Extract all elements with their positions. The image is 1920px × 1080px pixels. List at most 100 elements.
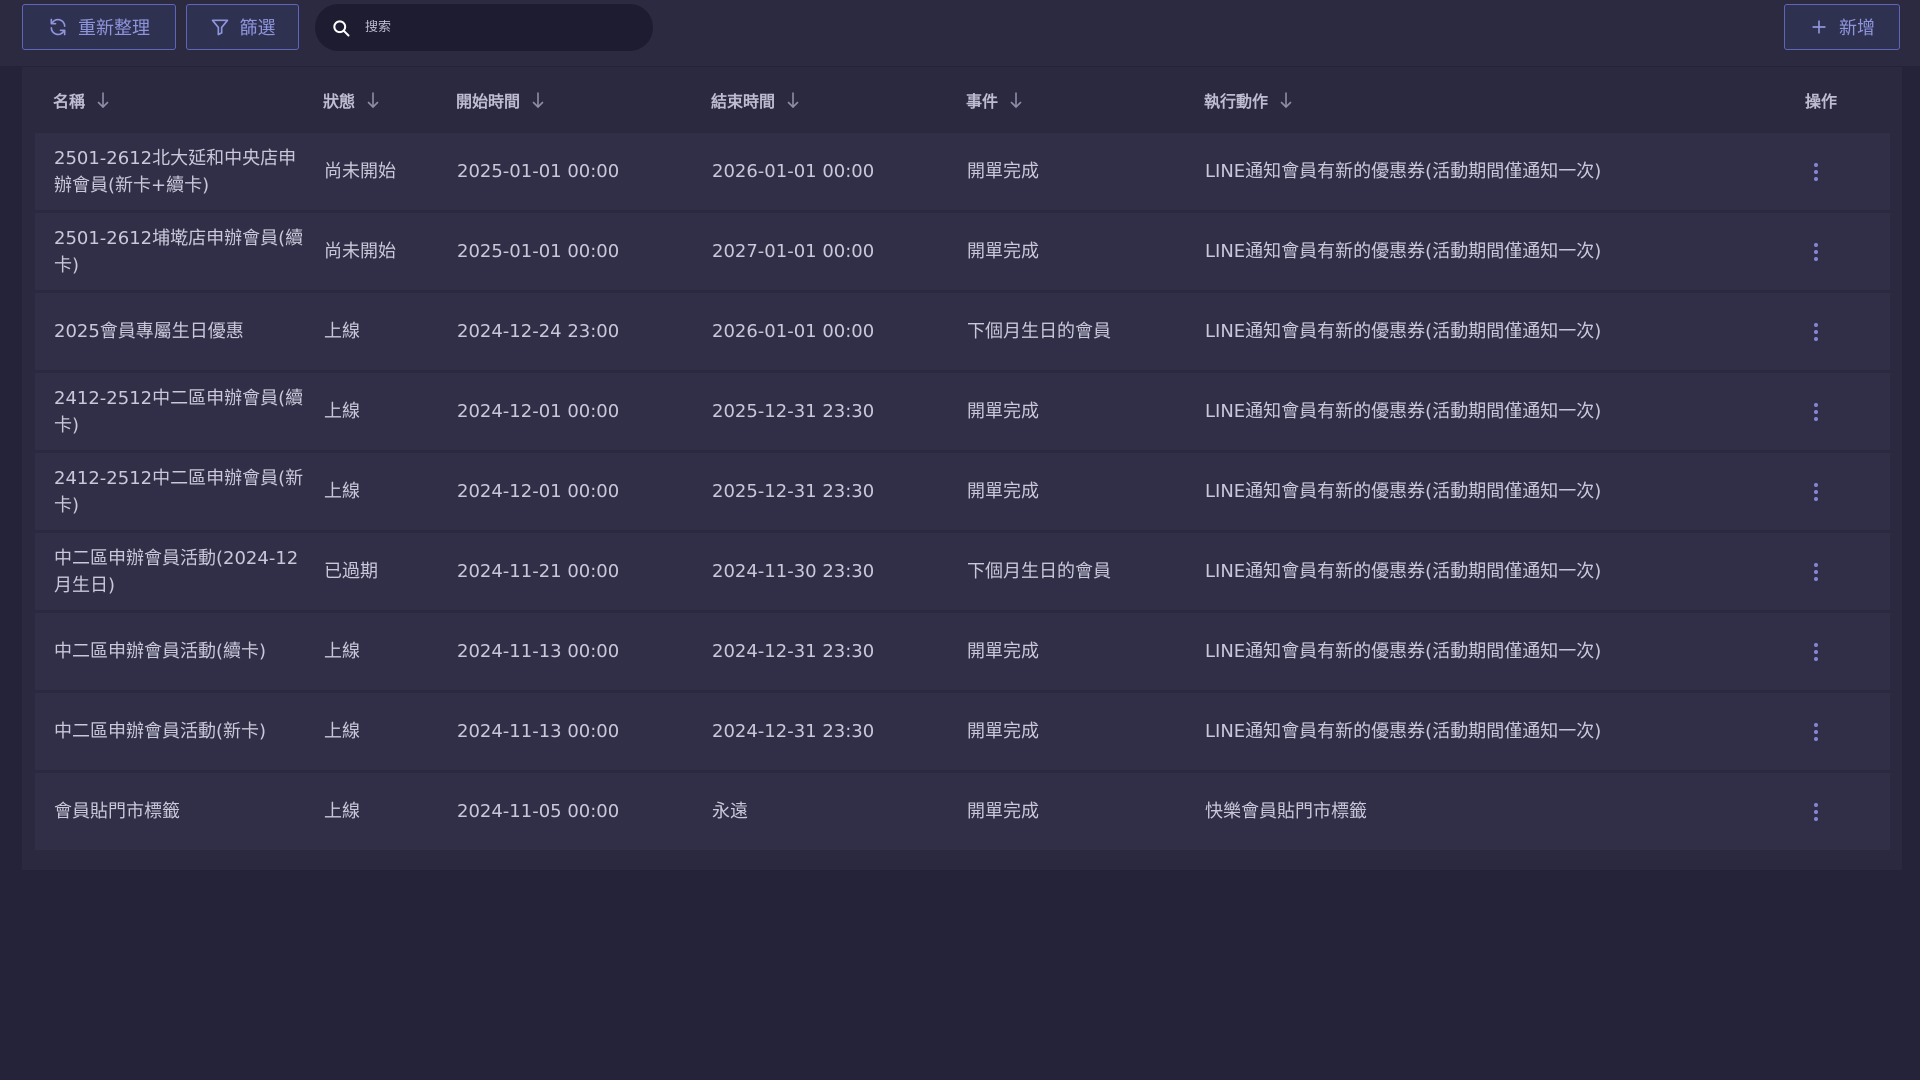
add-button-label: 新增 xyxy=(1839,18,1875,38)
table-row[interactable]: 中二區申辦會員活動(2024-12月生日) 已過期 2024-11-21 00:… xyxy=(35,533,1890,610)
column-header-operations: 操作 xyxy=(1805,67,1837,133)
column-header-label: 執行動作 xyxy=(1204,92,1269,111)
cell-end-time: 2026-01-01 00:00 xyxy=(712,161,875,182)
search-input[interactable] xyxy=(365,20,625,35)
column-header-action[interactable]: 執行動作 xyxy=(1204,67,1292,133)
cell-event: 開單完成 xyxy=(967,161,1039,182)
column-header-label: 操作 xyxy=(1805,92,1838,111)
table-row[interactable]: 2501-2612北大延和中央店申辦會員(新卡+續卡) 尚未開始 2025-01… xyxy=(35,133,1890,210)
cell-name: 2412-2512中二區申辦會員(續卡) xyxy=(54,387,304,436)
more-vertical-icon xyxy=(1814,402,1818,421)
toolbar: 重新整理 篩選 新增 xyxy=(0,0,1920,66)
cell-name: 會員貼門市標籤 xyxy=(54,801,180,822)
column-header-end-time[interactable]: 結束時間 xyxy=(711,67,799,133)
more-vertical-icon xyxy=(1814,722,1818,741)
column-header-label: 開始時間 xyxy=(456,92,521,111)
refresh-button-label: 重新整理 xyxy=(78,18,150,38)
column-header-event[interactable]: 事件 xyxy=(966,67,1022,133)
cell-start-time: 2025-01-01 00:00 xyxy=(457,161,620,182)
plus-icon xyxy=(1812,20,1826,34)
more-vertical-icon xyxy=(1814,322,1818,341)
table-panel: 名稱 狀態 開始時間 結束時間 事件 執行動作 操作 2501-2612北大延和… xyxy=(22,67,1902,870)
more-vertical-icon xyxy=(1814,802,1818,821)
cell-end-time: 2026-01-01 00:00 xyxy=(712,321,875,342)
cell-status: 上線 xyxy=(324,641,360,662)
filter-button[interactable]: 篩選 xyxy=(186,4,299,50)
add-button[interactable]: 新增 xyxy=(1784,4,1900,50)
cell-start-time: 2024-11-21 00:00 xyxy=(457,561,620,582)
cell-status: 上線 xyxy=(324,401,360,422)
table-row[interactable]: 2412-2512中二區申辦會員(續卡) 上線 2024-12-01 00:00… xyxy=(35,373,1890,450)
filter-button-label: 篩選 xyxy=(239,18,276,38)
cell-start-time: 2024-11-13 00:00 xyxy=(457,641,620,662)
cell-name: 中二區申辦會員活動(續卡) xyxy=(54,641,267,662)
sort-arrow-icon xyxy=(1280,92,1292,108)
cell-action: LINE通知會員有新的優惠券(活動期間僅通知一次) xyxy=(1205,641,1602,662)
refresh-icon xyxy=(50,18,66,36)
cell-event: 開單完成 xyxy=(967,241,1039,262)
cell-end-time: 2027-01-01 00:00 xyxy=(712,241,875,262)
cell-action: LINE通知會員有新的優惠券(活動期間僅通知一次) xyxy=(1205,481,1602,502)
table-row[interactable]: 中二區申辦會員活動(新卡) 上線 2024-11-13 00:00 2024-1… xyxy=(35,693,1890,770)
cell-event: 開單完成 xyxy=(967,721,1039,742)
column-header-name[interactable]: 名稱 xyxy=(53,67,109,133)
row-menu-button[interactable] xyxy=(1801,373,1831,450)
cell-action: LINE通知會員有新的優惠券(活動期間僅通知一次) xyxy=(1205,241,1602,262)
row-menu-button[interactable] xyxy=(1801,293,1831,370)
cell-name: 2501-2612北大延和中央店申辦會員(新卡+續卡) xyxy=(54,147,297,196)
cell-action: LINE通知會員有新的優惠券(活動期間僅通知一次) xyxy=(1205,561,1602,582)
table-row[interactable]: 會員貼門市標籤 上線 2024-11-05 00:00 永遠 開單完成 快樂會員… xyxy=(35,773,1890,850)
sort-arrow-icon xyxy=(532,92,544,108)
cell-status: 上線 xyxy=(324,321,360,342)
cell-status: 尚未開始 xyxy=(324,161,396,182)
row-menu-button[interactable] xyxy=(1801,693,1831,770)
column-header-label: 名稱 xyxy=(53,92,86,111)
cell-end-time: 2025-12-31 23:30 xyxy=(712,481,875,502)
row-menu-button[interactable] xyxy=(1801,453,1831,530)
filter-icon xyxy=(211,19,228,36)
search-box xyxy=(315,4,653,51)
cell-status: 已過期 xyxy=(324,561,378,582)
table-row[interactable]: 2501-2612埔墘店申辦會員(續卡) 尚未開始 2025-01-01 00:… xyxy=(35,213,1890,290)
column-header-label: 狀態 xyxy=(323,92,356,111)
more-vertical-icon xyxy=(1814,162,1818,181)
cell-end-time: 2024-12-31 23:30 xyxy=(712,641,875,662)
more-vertical-icon xyxy=(1814,562,1818,581)
more-vertical-icon xyxy=(1814,482,1818,501)
cell-start-time: 2025-01-01 00:00 xyxy=(457,241,620,262)
refresh-button[interactable]: 重新整理 xyxy=(22,4,176,50)
cell-start-time: 2024-12-01 00:00 xyxy=(457,481,620,502)
cell-event: 開單完成 xyxy=(967,401,1039,422)
cell-name: 2412-2512中二區申辦會員(新卡) xyxy=(54,467,304,516)
cell-event: 開單完成 xyxy=(967,481,1039,502)
table-header: 名稱 狀態 開始時間 結束時間 事件 執行動作 操作 xyxy=(35,67,1890,133)
row-menu-button[interactable] xyxy=(1801,773,1831,850)
more-vertical-icon xyxy=(1814,242,1818,261)
cell-start-time: 2024-12-01 00:00 xyxy=(457,401,620,422)
row-menu-button[interactable] xyxy=(1801,213,1831,290)
cell-end-time: 2025-12-31 23:30 xyxy=(712,401,875,422)
cell-action: LINE通知會員有新的優惠券(活動期間僅通知一次) xyxy=(1205,401,1602,422)
row-menu-button[interactable] xyxy=(1801,613,1831,690)
cell-event: 下個月生日的會員 xyxy=(967,321,1111,342)
table-row[interactable]: 中二區申辦會員活動(續卡) 上線 2024-11-13 00:00 2024-1… xyxy=(35,613,1890,690)
cell-status: 尚未開始 xyxy=(324,241,396,262)
cell-action: LINE通知會員有新的優惠券(活動期間僅通知一次) xyxy=(1205,161,1602,182)
cell-name: 中二區申辦會員活動(新卡) xyxy=(54,721,267,742)
cell-event: 下個月生日的會員 xyxy=(967,561,1111,582)
cell-end-time: 永遠 xyxy=(712,801,748,822)
cell-start-time: 2024-11-05 00:00 xyxy=(457,801,620,822)
cell-start-time: 2024-12-24 23:00 xyxy=(457,321,620,342)
column-header-label: 結束時間 xyxy=(711,92,776,111)
table-row[interactable]: 2025會員專屬生日優惠 上線 2024-12-24 23:00 2026-01… xyxy=(35,293,1890,370)
column-header-start-time[interactable]: 開始時間 xyxy=(456,67,544,133)
table-row[interactable]: 2412-2512中二區申辦會員(新卡) 上線 2024-12-01 00:00… xyxy=(35,453,1890,530)
cell-action: LINE通知會員有新的優惠券(活動期間僅通知一次) xyxy=(1205,721,1602,742)
column-header-label: 事件 xyxy=(966,92,999,111)
row-menu-button[interactable] xyxy=(1801,533,1831,610)
search-icon xyxy=(333,19,350,36)
row-menu-button[interactable] xyxy=(1801,133,1831,210)
cell-event: 開單完成 xyxy=(967,641,1039,662)
cell-action: LINE通知會員有新的優惠券(活動期間僅通知一次) xyxy=(1205,321,1602,342)
column-header-status[interactable]: 狀態 xyxy=(323,67,379,133)
